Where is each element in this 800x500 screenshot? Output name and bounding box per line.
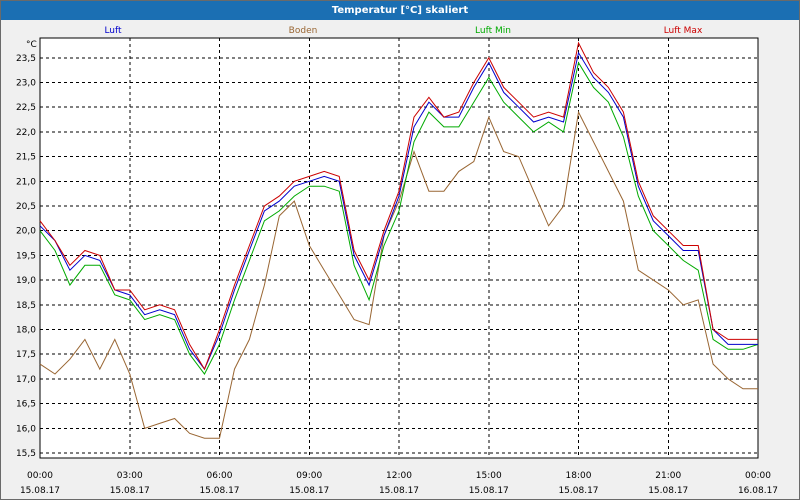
- x-tick-date: 15.08.17: [648, 486, 688, 496]
- legend-item-luft-max: Luft Max: [664, 26, 703, 36]
- x-tick-date: 16.08.17: [738, 486, 778, 496]
- y-tick-label: 20,0: [16, 227, 36, 237]
- y-tick-label: 19,0: [16, 276, 36, 286]
- x-tick-date: 15.08.17: [20, 486, 60, 496]
- x-tick-time: 06:00: [207, 471, 233, 481]
- x-tick-date: 15.08.17: [469, 486, 509, 496]
- x-tick-time: 21:00: [655, 471, 681, 481]
- legend-item-luft: Luft: [104, 26, 122, 36]
- x-tick-time: 03:00: [117, 471, 143, 481]
- legend-item-luft-min: Luft Min: [475, 26, 511, 36]
- y-tick-label: 16,0: [16, 424, 36, 434]
- legend-item-boden: Boden: [289, 26, 318, 36]
- y-tick-label: 17,0: [16, 375, 36, 385]
- y-tick-label: 19,5: [16, 251, 36, 261]
- x-tick-date: 15.08.17: [110, 486, 150, 496]
- temperature-chart: 15,5 16,0 16,5 17,0 17,5 18,0 18,5 19,0 19,5 20,0…: [16, 26, 778, 496]
- y-tick-label: 18,0: [16, 326, 36, 336]
- y-tick-label: 23,5: [16, 54, 36, 64]
- x-tick-time: 18:00: [566, 471, 592, 481]
- y-tick-label: 17,5: [16, 350, 36, 360]
- x-tick-time: 00:00: [27, 471, 53, 481]
- x-tick-time: 00:00: [745, 471, 771, 481]
- x-tick-date: 15.08.17: [379, 486, 419, 496]
- x-tick-date: 15.08.17: [289, 486, 329, 496]
- y-tick-label: 22,0: [16, 128, 36, 138]
- y-tick-labels: 15,5 16,0 16,5 17,0 17,5 18,0 18,5 19,0 19,5 20,0…: [16, 54, 36, 459]
- y-tick-label: 16,5: [16, 400, 36, 410]
- x-tick-labels: 00:00 15.08.17 03:00 15.08.17 06:00 15.08.17 0…: [20, 471, 778, 496]
- y-tick-label: 23,0: [16, 78, 36, 88]
- x-tick-time: 12:00: [386, 471, 412, 481]
- y-tick-label: 20,5: [16, 202, 36, 212]
- y-tick-label: 21,0: [16, 177, 36, 187]
- x-tick-date: 15.08.17: [199, 486, 239, 496]
- y-tick-label: 21,5: [16, 153, 36, 163]
- legend: Luft Boden Luft Min Luft Max: [104, 26, 703, 36]
- y-axis-label: °C: [26, 40, 37, 50]
- y-tick-label: 15,5: [16, 449, 36, 459]
- x-tick-time: 09:00: [296, 471, 322, 481]
- y-tick-label: 18,5: [16, 301, 36, 311]
- x-tick-date: 15.08.17: [558, 486, 598, 496]
- y-tick-label: 22,5: [16, 103, 36, 113]
- x-tick-time: 15:00: [476, 471, 502, 481]
